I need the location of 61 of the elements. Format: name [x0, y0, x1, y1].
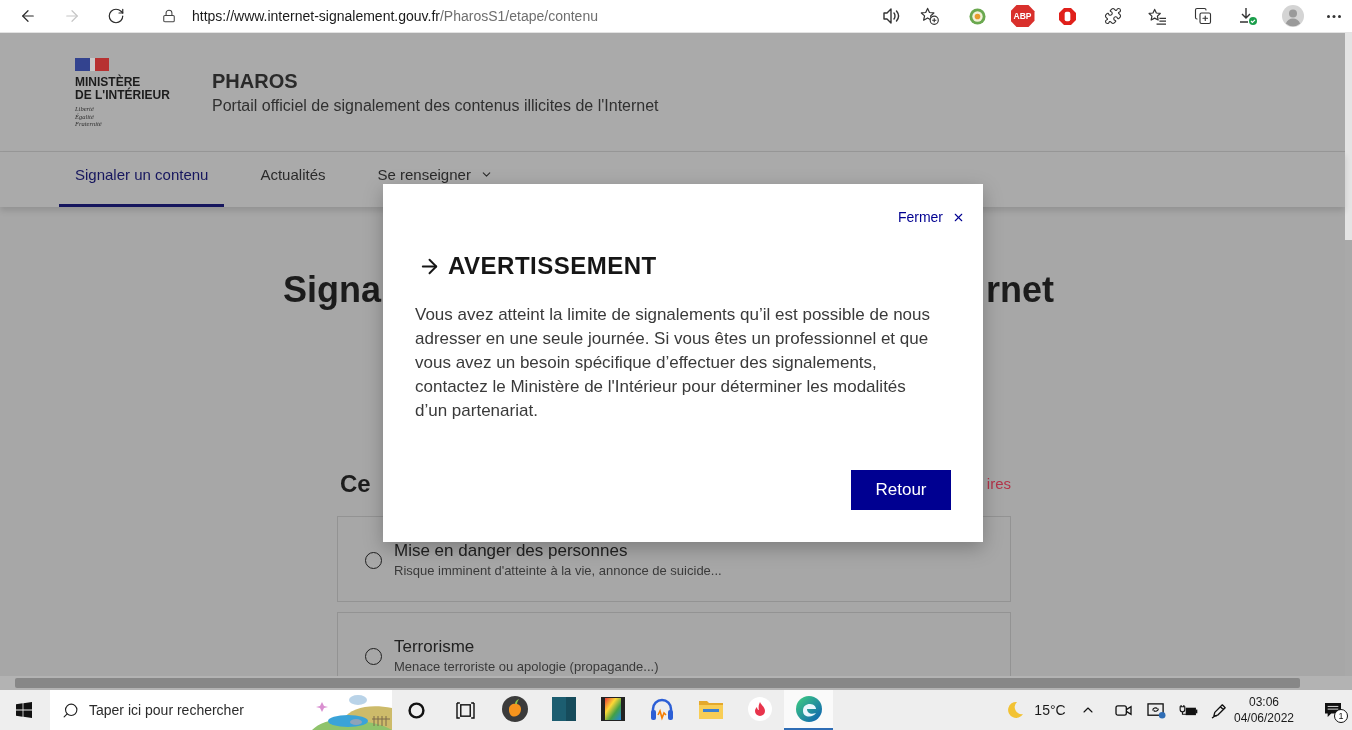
clock-button[interactable]: 03:06 04/06/2022: [1234, 690, 1294, 730]
octagon-label-icon: ABP: [1010, 5, 1035, 27]
search-box[interactable]: Taper ici pour rechercher: [50, 690, 392, 730]
avatar-icon: [1281, 5, 1304, 27]
dialog-message: Vous avez atteint la limite de signalements qu’il est possible de nous adresser en une seule journée. Si vous êtes un professionnel et que vous avez un besoin spécifique d’effectuer des signalements, contactez le Ministère de l'Intérieur pour déterminer les modalités d’un partenariat.: [415, 304, 932, 422]
video-camera-icon: [1114, 702, 1132, 718]
target-icon: [969, 7, 986, 25]
page-title-fragment: Signa: [283, 268, 381, 312]
scrollbar-thumb[interactable]: [1345, 33, 1352, 240]
star-plus-icon: [919, 7, 939, 25]
arrow-right-icon: [63, 7, 81, 25]
close-button[interactable]: Fermer: [897, 208, 965, 226]
dialog-title: AVERTISSEMENT: [448, 251, 657, 281]
scrollbar-thumb[interactable]: [15, 678, 1300, 688]
option-label: Mise en danger des personnes: [394, 540, 628, 562]
swirl-logo-icon: [795, 696, 822, 722]
search-icon: [62, 701, 79, 719]
favorites-icon: [1148, 7, 1167, 25]
flame-icon: [747, 697, 772, 721]
lock-icon: [162, 9, 176, 23]
site-subtitle: Portail officiel de signalement des contenus illicites de l'Internet: [212, 96, 659, 116]
battery-charging-icon: [1178, 703, 1198, 717]
return-button[interactable]: Retour: [851, 470, 951, 510]
windows-icon: [16, 702, 32, 718]
notification-button[interactable]: 1: [1314, 690, 1352, 730]
notification-count: 1: [1334, 709, 1348, 723]
headphones-icon: [648, 697, 675, 721]
reload-icon: [107, 7, 125, 25]
ministry-name-line: MINISTÈRE: [75, 76, 141, 89]
weather-temperature: 15°C: [1033, 700, 1067, 720]
download-icon: [1238, 7, 1257, 25]
monitor-icon: [1146, 701, 1166, 719]
folder-icon: [698, 699, 723, 719]
extension-button[interactable]: ABP: [1000, 1, 1045, 31]
speaker-icon: [883, 8, 901, 24]
url-text: https://www.internet-signalement.gouv.fr/PharosS1/etape/contenu: [192, 6, 598, 26]
option-label: Terrorisme: [394, 636, 475, 658]
more-icon: [1326, 14, 1341, 18]
site-title: PHAROS: [212, 69, 298, 94]
flag-logo-icon: [75, 58, 109, 71]
stop-sign-icon: [1059, 7, 1076, 25]
question-heading: Ce: [340, 469, 371, 499]
puzzle-icon: [1103, 7, 1122, 25]
clock-date: 04/06/2022: [1233, 710, 1295, 726]
page-title-fragment: rnet: [986, 268, 1054, 312]
required-note: ires: [986, 474, 1011, 494]
fruit-icon: [501, 696, 528, 722]
clock-time: 03:06: [1249, 694, 1279, 710]
option-hint: Risque imminent d'atteinte à la vie, annonce de suicide...: [394, 562, 722, 580]
nav-tab[interactable]: Se renseigner: [361, 152, 509, 207]
film-strip-icon: [600, 697, 625, 721]
search-input[interactable]: Taper ici pour rechercher: [89, 699, 304, 721]
option-hint: Menace terroriste ou apologie (propagande...): [394, 658, 659, 676]
ring-icon: [408, 701, 425, 719]
pen-icon: [1210, 701, 1228, 719]
task-view-icon: [456, 701, 475, 719]
moon-icon: [1006, 701, 1024, 719]
nav-tab[interactable]: Actualités: [244, 152, 342, 207]
collections-icon: [1193, 7, 1212, 25]
square-icon: [551, 697, 576, 721]
ministry-name-line: DE L'INTÉRIEUR: [75, 89, 170, 102]
